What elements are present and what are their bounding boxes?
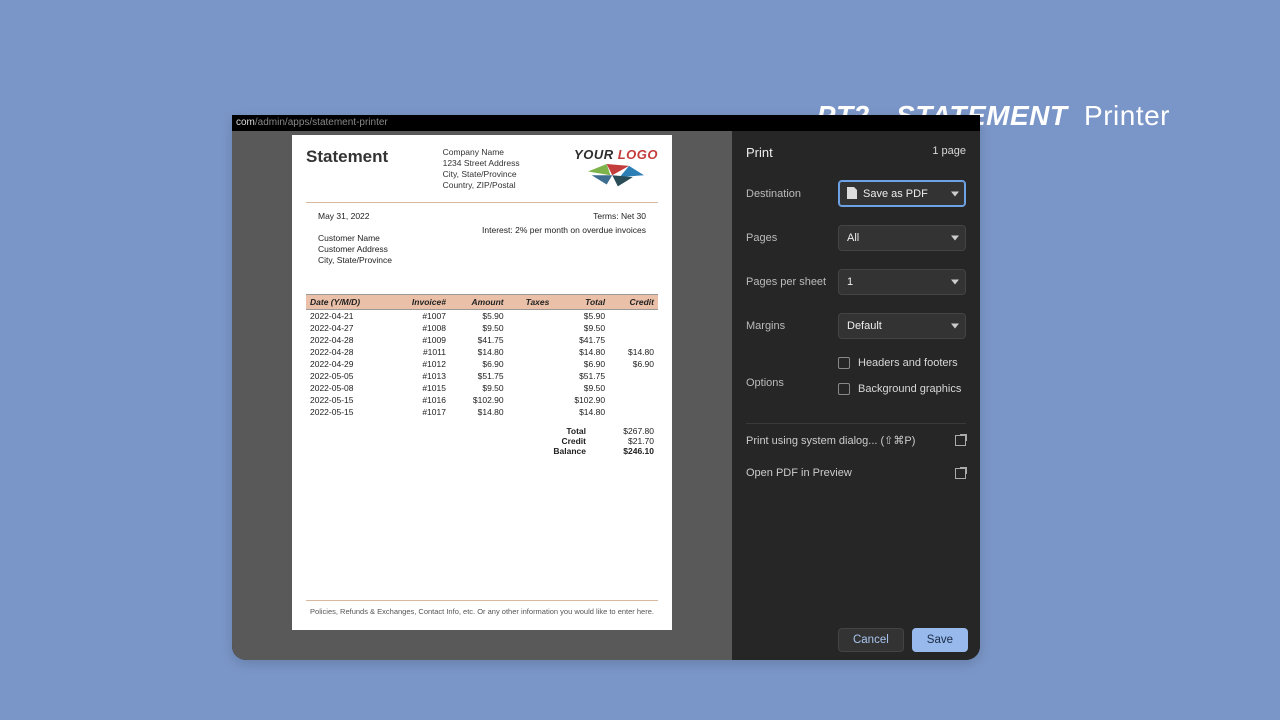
- customer-name: Customer Name: [318, 233, 392, 244]
- pages-per-sheet-select[interactable]: 1: [838, 269, 966, 295]
- total-label: Total: [536, 426, 586, 436]
- destination-select[interactable]: Save as PDF: [838, 180, 966, 207]
- headers-footers-checkbox[interactable]: [838, 357, 850, 369]
- pages-select[interactable]: All: [838, 225, 966, 251]
- url-bar: com/admin/apps/statement-printer: [232, 115, 980, 131]
- divider: [306, 202, 658, 203]
- url-host-fragment: com: [236, 117, 255, 128]
- open-pdf-link[interactable]: Open PDF in Preview: [746, 457, 966, 489]
- app-window: com/admin/apps/statement-printer Stateme…: [232, 115, 980, 660]
- headers-footers-label: Headers and footers: [858, 357, 958, 369]
- external-link-icon: [955, 468, 966, 479]
- logo-icon: [587, 164, 645, 192]
- chevron-down-icon: [951, 324, 959, 329]
- chevron-down-icon: [951, 191, 959, 196]
- company-block: Company Name 1234 Street Address City, S…: [443, 147, 520, 191]
- save-button[interactable]: Save: [912, 628, 968, 652]
- document-page: Statement Company Name 1234 Street Addre…: [292, 135, 672, 630]
- table-row: 2022-04-28#1009$41.75$41.75: [306, 334, 658, 346]
- statement-table: Date (Y/M/D)Invoice#AmountTaxesTotalCred…: [306, 294, 658, 418]
- page-count: 1 page: [932, 145, 966, 160]
- cancel-button[interactable]: Cancel: [838, 628, 904, 652]
- table-header: Date (Y/M/D): [306, 295, 390, 310]
- document-footer: Policies, Refunds & Exchanges, Contact I…: [306, 600, 658, 616]
- table-header: Credit: [609, 295, 658, 310]
- table-row: 2022-05-08#1015$9.50$9.50: [306, 382, 658, 394]
- external-link-icon: [955, 435, 966, 446]
- credit-value: $21.70: [604, 436, 654, 446]
- margins-label: Margins: [746, 320, 838, 332]
- pages-per-sheet-label: Pages per sheet: [746, 276, 838, 288]
- destination-label: Destination: [746, 188, 838, 200]
- company-country: Country, ZIP/Postal: [443, 180, 520, 191]
- table-header: Invoice#: [390, 295, 450, 310]
- chevron-down-icon: [951, 280, 959, 285]
- totals-block: Total $267.80 Credit $21.70 Balance $246.10: [306, 426, 658, 456]
- table-row: 2022-04-28#1011$14.80$14.80$14.80: [306, 346, 658, 358]
- print-preview-pane: Statement Company Name 1234 Street Addre…: [232, 131, 732, 660]
- pages-label: Pages: [746, 232, 838, 244]
- options-label: Options: [746, 377, 838, 389]
- company-street: 1234 Street Address: [443, 158, 520, 169]
- background-graphics-label: Background graphics: [858, 383, 961, 395]
- logo-block: YOUR LOGO: [574, 147, 658, 194]
- table-header: Amount: [450, 295, 508, 310]
- balance-value: $246.10: [604, 446, 654, 456]
- customer-address: Customer Address: [318, 244, 392, 255]
- customer-block: Customer Name Customer Address City, Sta…: [318, 233, 392, 266]
- chevron-down-icon: [951, 236, 959, 241]
- total-value: $267.80: [604, 426, 654, 436]
- pdf-icon: [847, 187, 857, 199]
- statement-title: Statement: [306, 147, 388, 167]
- table-header: Total: [553, 295, 609, 310]
- table-row: 2022-05-15#1017$14.80$14.80: [306, 406, 658, 418]
- table-row: 2022-05-05#1013$51.75$51.75: [306, 370, 658, 382]
- table-row: 2022-04-27#1008$9.50$9.50: [306, 322, 658, 334]
- company-city: City, State/Province: [443, 169, 520, 180]
- interest-note: Interest: 2% per month on overdue invoic…: [482, 225, 646, 266]
- statement-date: May 31, 2022: [318, 211, 370, 221]
- system-dialog-link[interactable]: Print using system dialog... (⇧⌘P): [746, 423, 966, 457]
- background-graphics-checkbox[interactable]: [838, 383, 850, 395]
- terms: Terms: Net 30: [593, 211, 646, 221]
- credit-label: Credit: [536, 436, 586, 446]
- product-title-rest: Printer: [1084, 100, 1170, 131]
- balance-label: Balance: [536, 446, 586, 456]
- customer-city: City, State/Province: [318, 255, 392, 266]
- table-row: 2022-04-21#1007$5.90$5.90: [306, 310, 658, 323]
- company-name: Company Name: [443, 147, 520, 158]
- table-header: Taxes: [508, 295, 554, 310]
- table-row: 2022-05-15#1016$102.90$102.90: [306, 394, 658, 406]
- url-path: /admin/apps/statement-printer: [255, 117, 388, 128]
- print-dialog: Print 1 page Destination Save as PDF Pag…: [732, 131, 980, 660]
- logo-text: YOUR LOGO: [574, 147, 658, 162]
- print-title: Print: [746, 145, 773, 160]
- table-row: 2022-04-29#1012$6.90$6.90$6.90: [306, 358, 658, 370]
- margins-select[interactable]: Default: [838, 313, 966, 339]
